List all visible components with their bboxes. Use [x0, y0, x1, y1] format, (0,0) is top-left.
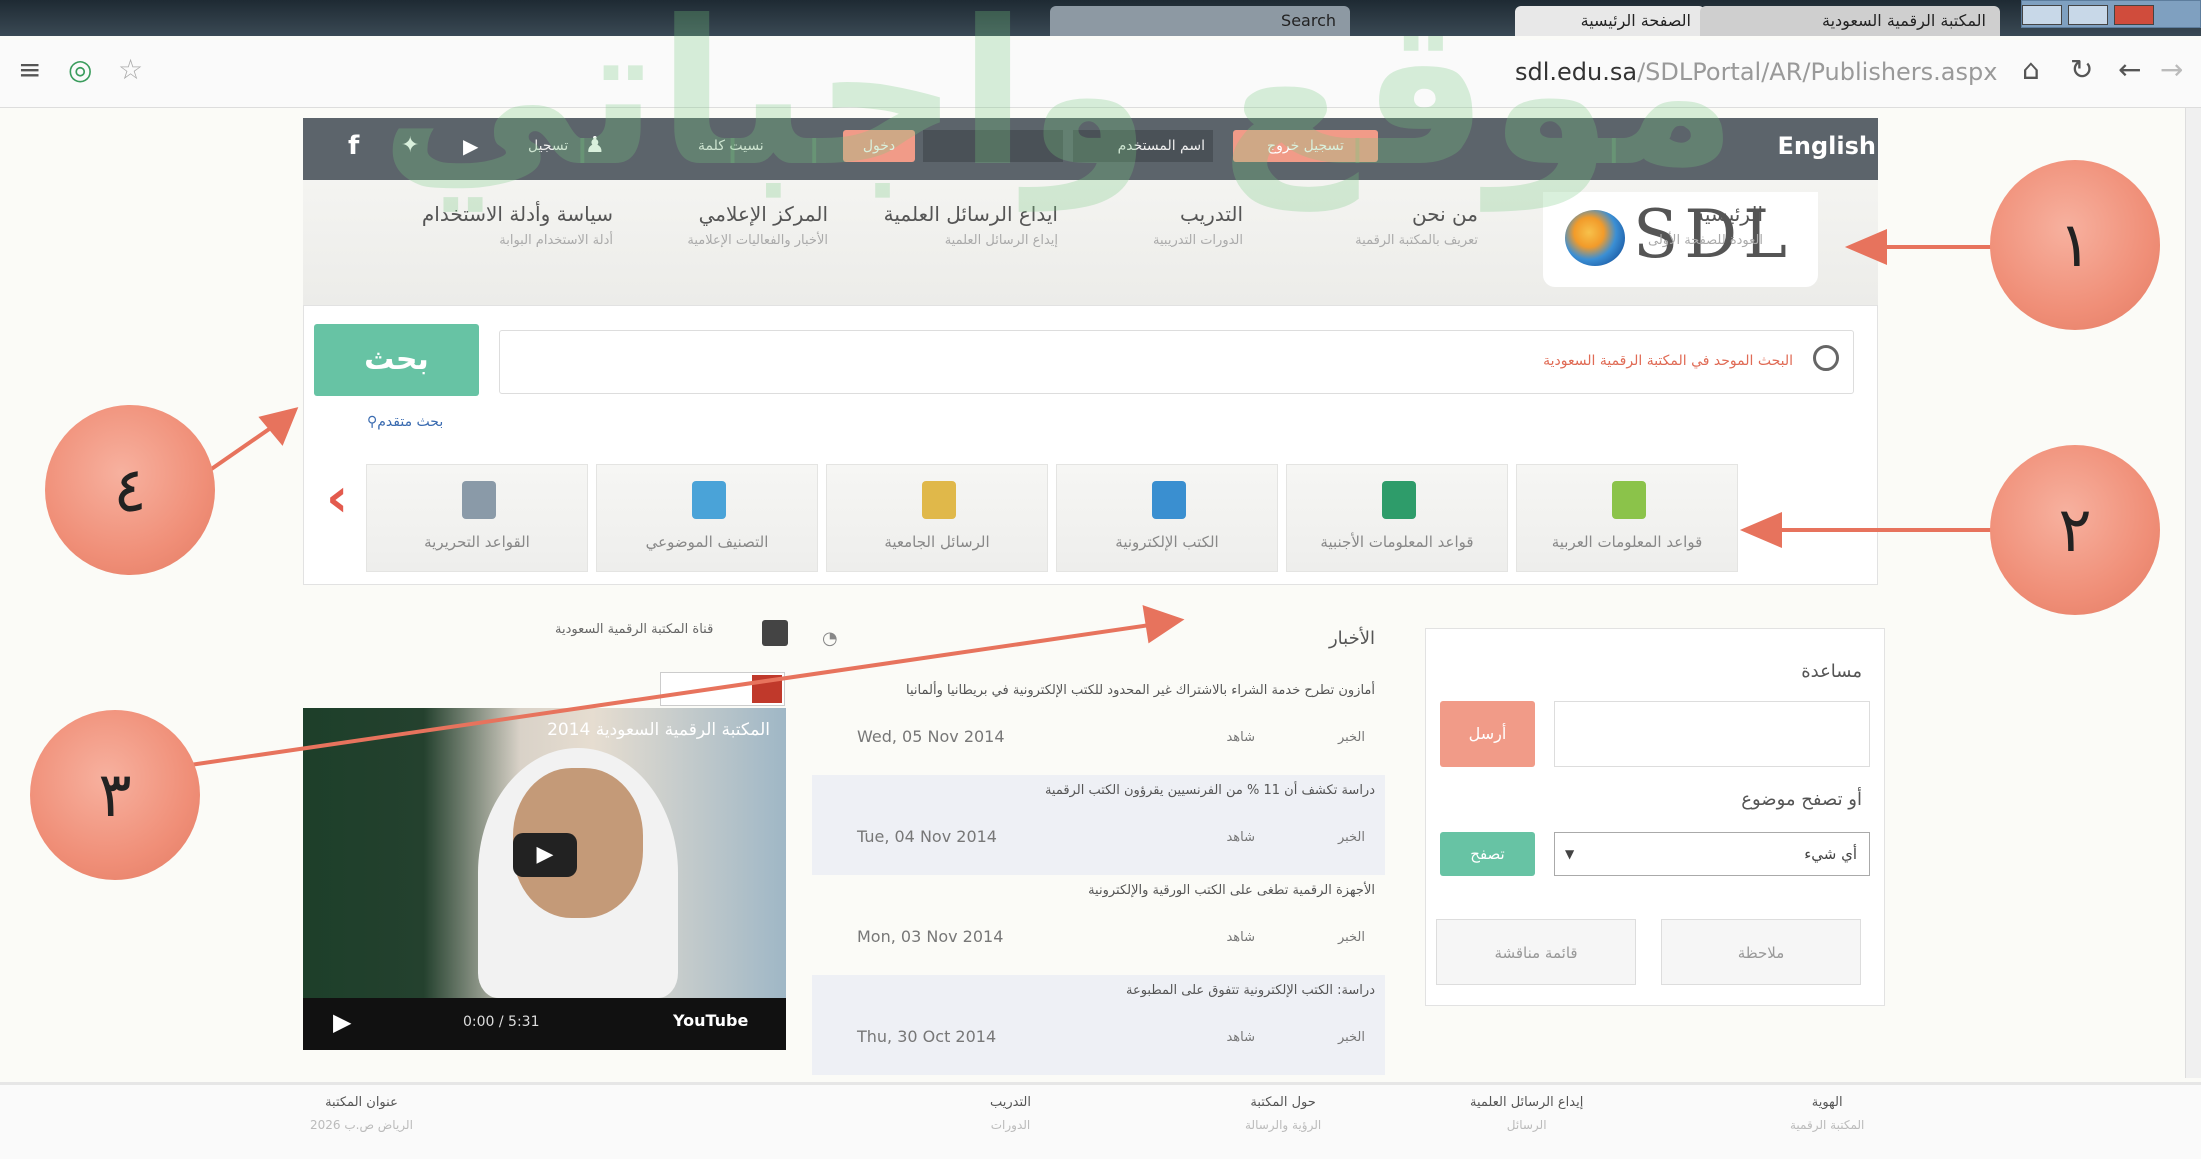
footer-item[interactable]: إيداع الرسائل العلمية الرسائل — [1470, 1095, 1583, 1132]
footer: الهوية المكتبة الرقمية إيداع الرسائل العل… — [0, 1082, 2201, 1159]
footer-title: عنوان المكتبة — [325, 1095, 398, 1110]
footer-title: الهوية — [1811, 1095, 1843, 1110]
footer-sub: الرياض ص.ب 2026 — [310, 1118, 413, 1132]
footer-item[interactable]: حول المكتبة الرؤية والرسالة — [1245, 1095, 1321, 1132]
callout-4: ٤ — [45, 405, 215, 575]
footer-sub: الرسائل — [1506, 1118, 1547, 1132]
page: Search الصفحة الرئيسية المكتبة الرقمية ا… — [0, 0, 2201, 1159]
footer-sub: الرؤية والرسالة — [1245, 1118, 1322, 1132]
footer-title: حول المكتبة — [1250, 1095, 1316, 1110]
footer-title: التدريب — [990, 1095, 1031, 1110]
callout-1: ١ — [1990, 160, 2160, 330]
page-scrollbar[interactable] — [2185, 108, 2201, 1078]
callout-3: ٣ — [30, 710, 200, 880]
annotation-arrows — [189, 228, 2000, 767]
footer-item[interactable]: الهوية المكتبة الرقمية — [1790, 1095, 1864, 1132]
callout-2: ٢ — [1990, 445, 2160, 615]
footer-sub: الدورات — [990, 1118, 1031, 1132]
footer-sub: المكتبة الرقمية — [1790, 1118, 1865, 1132]
footer-title: إيداع الرسائل العلمية — [1470, 1095, 1584, 1110]
footer-item[interactable]: عنوان المكتبة الرياض ص.ب 2026 — [310, 1095, 413, 1132]
footer-item[interactable]: التدريب الدورات — [990, 1095, 1031, 1132]
